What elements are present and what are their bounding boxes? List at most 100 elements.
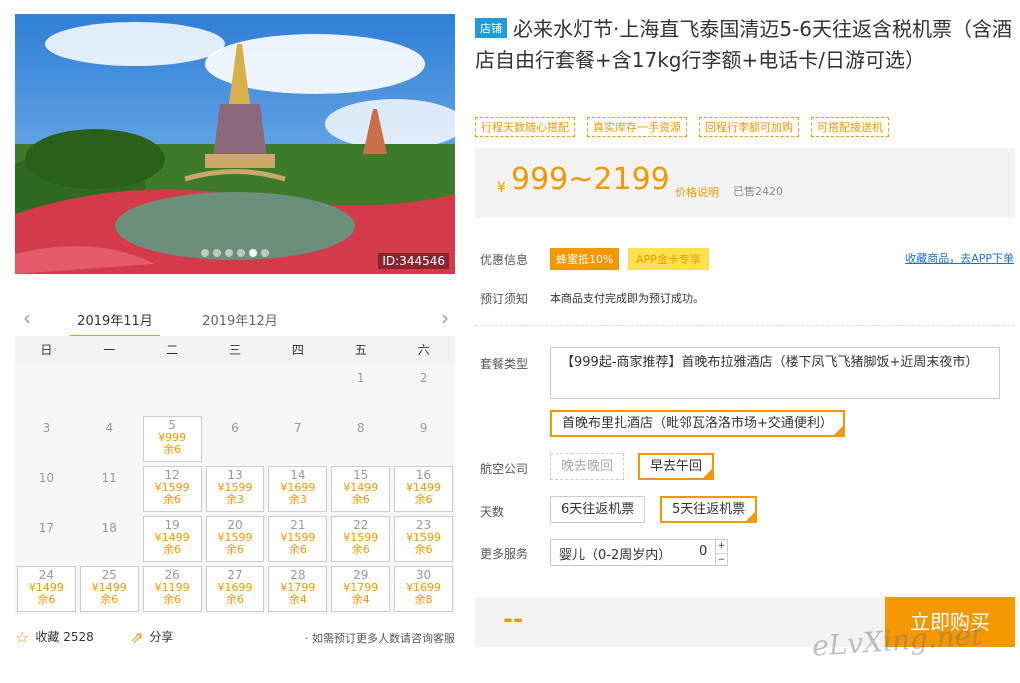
carousel-dot[interactable] <box>213 249 221 257</box>
favorite-count: 2528 <box>63 630 94 644</box>
infant-stepper: 婴儿（0-2周岁内） 0 + − <box>550 539 728 566</box>
feature-tag: 可搭配接送机 <box>811 117 889 137</box>
temple-image <box>15 14 455 274</box>
product-title: 必来水灯节·上海直飞泰国清迈5-6天往返含税机票（含酒店自由行套餐+含17kg行… <box>475 17 1013 72</box>
calendar-day-available[interactable]: 22 ¥1599 余6 <box>331 516 391 562</box>
weekday-label: 二 <box>166 343 179 357</box>
price-explain-link[interactable]: 价格说明 <box>675 184 719 200</box>
day-stock: 余3 <box>225 493 244 506</box>
day-number: 10 <box>38 471 55 485</box>
day-stock: 余6 <box>414 543 433 556</box>
promo-badge-honey: 蜂蜜抵10% <box>550 248 620 270</box>
service-label: 更多服务 <box>480 547 529 561</box>
calendar-day-available[interactable]: 15 ¥1499 余6 <box>331 466 391 512</box>
calendar-day-available[interactable]: 12 ¥1599 余6 <box>142 466 202 512</box>
calendar-day: 7 <box>266 414 329 464</box>
calendar-day-available[interactable]: 24 ¥1499 余6 <box>17 566 76 612</box>
calendar-day: 9 <box>392 414 455 464</box>
calendar-day-available[interactable]: 28 ¥1799 余4 <box>268 566 328 612</box>
calendar-grid: 1 2 3 4 5 ¥999 余6 6 7 8 9 10 11 12 ¥1599 余6 13 ¥1599 余3 14 ¥… <box>15 364 455 614</box>
day-number: 1 <box>356 371 365 385</box>
contact-note: · 如需预订更多人数请咨询客服 <box>305 632 455 645</box>
calendar-day <box>15 364 78 414</box>
calendar-day <box>141 364 204 414</box>
booking-notice: 本商品支付完成即为预订成功。 <box>550 292 704 305</box>
days-option-6[interactable]: 6天往返机票 <box>550 496 646 523</box>
calendar-day: 6 <box>204 414 267 464</box>
days-option-5-selected[interactable]: 5天往返机票 <box>660 496 758 523</box>
calendar-day-available[interactable]: 19 ¥1499 余6 <box>142 516 202 562</box>
tab-month-next[interactable]: 2019年12月 <box>195 310 285 329</box>
calendar-day <box>204 364 267 414</box>
product-photo[interactable]: ID:344546 <box>15 14 455 274</box>
calendar-day-available[interactable]: 23 ¥1599 余6 <box>394 516 453 562</box>
calendar-weekdays: 日 一 二 三 四 五 六 <box>15 336 455 364</box>
weekday-label: 日 <box>40 343 53 357</box>
increment-button[interactable]: + <box>715 540 727 553</box>
share-icon: ⇗ <box>130 628 144 647</box>
sold-count: 已售2420 <box>733 185 783 198</box>
weekday-label: 一 <box>103 343 116 357</box>
calendar-day: 1 <box>329 364 392 414</box>
calendar-day-available[interactable]: 25 ¥1499 余6 <box>79 566 139 612</box>
chevron-right-icon[interactable]: › <box>441 306 449 330</box>
calendar-day-available[interactable]: 21 ¥1599 余6 <box>268 516 328 562</box>
calendar-day <box>266 364 329 414</box>
day-number: 9 <box>419 421 428 435</box>
photo-id: ID:344546 <box>378 253 449 269</box>
day-number: 6 <box>231 421 239 435</box>
calendar-day: 3 <box>15 414 78 464</box>
calendar-day-available[interactable]: 26 ¥1199 余6 <box>142 566 202 612</box>
day-number: 3 <box>42 421 51 435</box>
carousel-dot-active[interactable] <box>249 249 257 257</box>
calendar-day-available[interactable]: 20 ¥1599 余6 <box>205 516 265 562</box>
package-option-2-selected[interactable]: 首晚布里扎酒店（毗邻瓦洛洛市场+交通便利） <box>550 410 845 437</box>
package-option-1[interactable]: 【999起-商家推荐】首晚布拉雅酒店（楼下凤飞飞猪脚饭+近周末夜市） <box>550 347 1000 399</box>
carousel-dot[interactable] <box>261 249 269 257</box>
calendar-day-available[interactable]: 16 ¥1499 余6 <box>394 466 453 512</box>
star-icon: ☆ <box>15 628 30 647</box>
photo-footer: ☆ 收藏 2528 ⇗ 分享 · 如需预订更多人数请咨询客服 <box>15 628 455 648</box>
product-title-block: 店铺 必来水灯节·上海直飞泰国清迈5-6天往返含税机票（含酒店自由行套餐+含17k… <box>475 14 1015 76</box>
infant-quantity[interactable]: 0 <box>699 544 707 559</box>
calendar-day-available[interactable]: 27 ¥1699 余6 <box>205 566 265 612</box>
calendar-day-available[interactable]: 14 ¥1699 余3 <box>268 466 328 512</box>
day-stock: 余4 <box>288 593 307 606</box>
carousel-dot[interactable] <box>201 249 209 257</box>
divider <box>475 325 1015 326</box>
day-stock: 余6 <box>351 493 370 506</box>
calendar-day: 17 <box>15 514 78 564</box>
day-stock: 余6 <box>163 543 182 556</box>
carousel-dot[interactable] <box>237 249 245 257</box>
calendar-day-available[interactable]: 29 ¥1799 余4 <box>331 566 391 612</box>
day-number: 17 <box>38 521 55 535</box>
weekday-label: 五 <box>354 343 367 357</box>
favorite-button[interactable]: ☆ 收藏 2528 <box>15 628 94 647</box>
calendar-nav: ‹ 2019年11月 2019年12月 › <box>15 302 455 338</box>
days-label: 天数 <box>480 505 505 519</box>
app-order-link[interactable]: 收藏商品，去APP下单 <box>905 250 1014 266</box>
airline-option-selected[interactable]: 早去午回 <box>638 453 715 480</box>
calendar-day-available[interactable]: 30 ¥1699 余8 <box>394 566 453 612</box>
calendar-day-available[interactable]: 13 ¥1599 余3 <box>205 466 265 512</box>
carousel-dot[interactable] <box>225 249 233 257</box>
promo-label: 优惠信息 <box>480 253 529 267</box>
chevron-left-icon[interactable]: ‹ <box>23 306 31 330</box>
calendar-day: 11 <box>78 464 141 514</box>
share-button[interactable]: ⇗ 分享 <box>130 628 173 647</box>
day-number: 18 <box>101 521 117 535</box>
feature-tag: 回程行李额可加购 <box>699 117 799 137</box>
tab-month-current[interactable]: 2019年11月 <box>70 310 160 338</box>
promo-badge-app: APP金卡专享 <box>628 248 709 270</box>
calendar-day-available[interactable]: 5 ¥999 余6 <box>142 416 202 462</box>
weekday-label: 六 <box>417 343 430 357</box>
price-range: 999~2199 <box>511 162 670 197</box>
currency-symbol: ¥ <box>497 180 506 196</box>
day-number: 7 <box>294 421 302 435</box>
infant-label: 婴儿（0-2周岁内） <box>559 548 672 563</box>
decrement-button[interactable]: − <box>715 553 727 566</box>
day-stock: 余8 <box>414 593 433 606</box>
day-stock: 余6 <box>351 543 370 556</box>
day-stock: 余3 <box>288 493 307 506</box>
calendar-day: 2 <box>392 364 455 414</box>
